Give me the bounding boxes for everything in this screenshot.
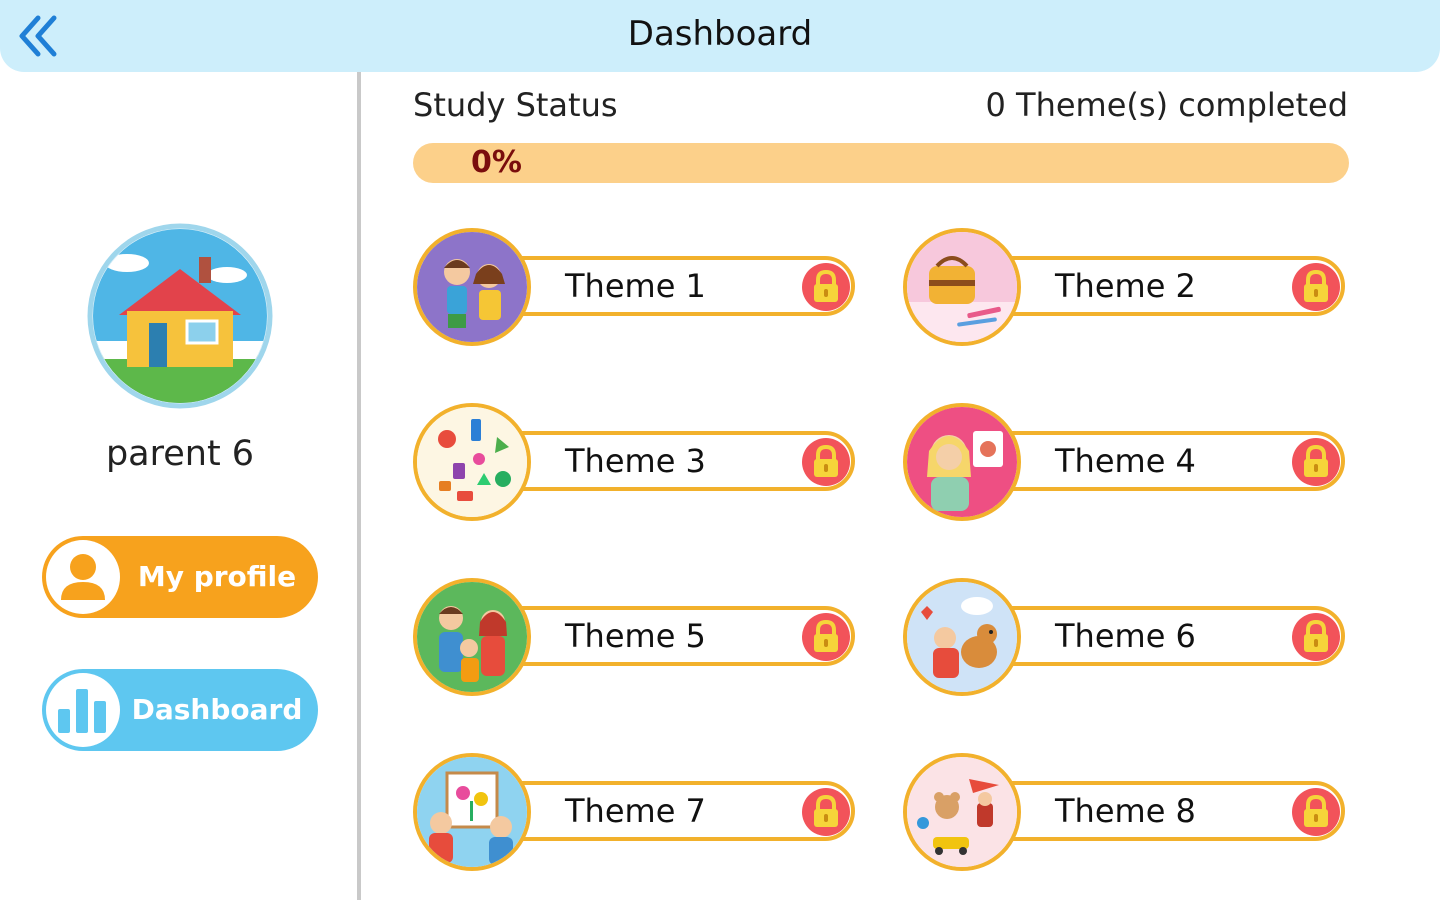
theme-card-1[interactable]: Theme 1 [413,228,860,346]
theme-card-4[interactable]: Theme 4 [903,403,1350,521]
lock-icon [801,262,851,312]
theme-thumbnail [413,403,531,521]
theme-card-3[interactable]: Theme 3 [413,403,860,521]
theme-label: Theme 5 [565,617,706,655]
numbers-shapes-image-icon [417,407,527,517]
theme-label: Theme 3 [565,442,706,480]
study-progress-bar: 0% [413,143,1349,183]
header-bar: Dashboard [0,0,1440,72]
avatar [87,223,273,409]
dashboard-label: Dashboard [131,693,303,726]
theme-label: Theme 7 [565,792,706,830]
theme-card-5[interactable]: Theme 5 [413,578,860,696]
lock-icon [801,787,851,837]
theme-label: Theme 8 [1055,792,1196,830]
theme-card-8[interactable]: Theme 8 [903,753,1350,871]
dog-and-child-image-icon [907,582,1017,692]
theme-card-6[interactable]: Theme 6 [903,578,1350,696]
lock-icon [1291,612,1341,662]
theme-label: Theme 1 [565,267,706,305]
themes-completed-count: 0 Theme(s) completed [985,86,1349,124]
girl-eating-image-icon [907,407,1017,517]
house-avatar-icon [87,223,273,409]
username: parent 6 [105,434,255,474]
study-status-label: Study Status [413,86,618,124]
toys-image-icon [907,757,1017,867]
lock-icon [801,437,851,487]
theme-thumbnail [413,753,531,871]
theme-label: Theme 2 [1055,267,1196,305]
theme-card-2[interactable]: Theme 2 [903,228,1350,346]
lock-icon [801,612,851,662]
theme-thumbnail [903,228,1021,346]
lock-icon [1291,262,1341,312]
lock-icon [1291,787,1341,837]
theme-thumbnail [903,753,1021,871]
lock-icon [1291,437,1341,487]
my-profile-button[interactable]: My profile [42,536,318,618]
theme-thumbnail [413,578,531,696]
theme-thumbnail [413,228,531,346]
theme-card-7[interactable]: Theme 7 [413,753,860,871]
sidebar-divider [357,72,361,900]
user-icon [61,554,105,600]
bar-chart-icon [58,689,106,733]
school-bag-image-icon [907,232,1017,342]
theme-label: Theme 4 [1055,442,1196,480]
my-profile-label: My profile [137,560,297,593]
dashboard-button[interactable]: Dashboard [42,669,318,751]
theme-thumbnail [903,578,1021,696]
page-title: Dashboard [627,14,813,54]
family-image-icon [417,582,527,692]
progress-percent-text: 0% [471,145,522,180]
theme-thumbnail [903,403,1021,521]
painting-image-icon [417,757,527,867]
friends-image-icon [417,232,527,342]
theme-label: Theme 6 [1055,617,1196,655]
